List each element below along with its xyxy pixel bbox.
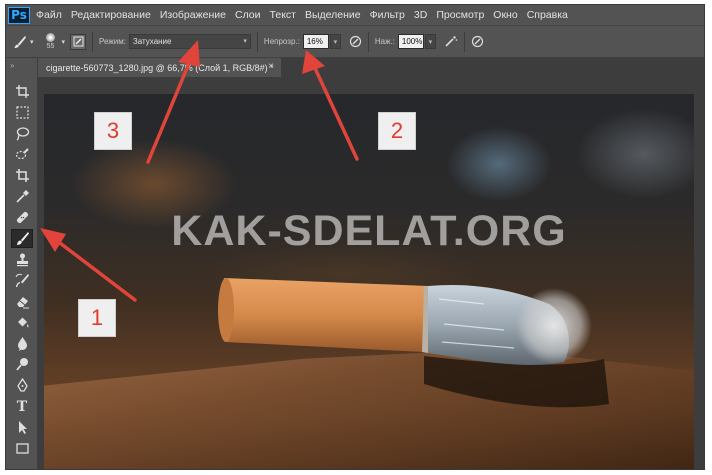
brush-size-preview[interactable]: 55 xyxy=(43,33,59,50)
document-tab-title: cigarette-560773_1280.jpg @ 66,7% (Слой … xyxy=(46,62,274,73)
type-glyph: T xyxy=(16,398,28,415)
airbrush-icon[interactable] xyxy=(444,35,458,48)
brush-panel-toggle-icon[interactable] xyxy=(70,33,87,50)
menu-file[interactable]: Файл xyxy=(36,9,62,21)
pressure-opacity-icon[interactable] xyxy=(349,35,362,48)
pressure-size-icon[interactable] xyxy=(471,35,484,48)
panel-collapse-icon[interactable]: » xyxy=(10,61,15,70)
document-tab[interactable]: cigarette-560773_1280.jpg @ 66,7% (Слой … xyxy=(38,58,281,77)
brush-preset-icon[interactable] xyxy=(12,33,28,51)
opacity-label: Непрозр.: xyxy=(263,37,300,46)
document-canvas[interactable]: KAK-SDELAT.ORG xyxy=(44,94,694,469)
menu-3d[interactable]: 3D xyxy=(414,9,427,21)
marquee-icon[interactable] xyxy=(11,103,33,122)
menu-bar: Ps Файл Редактирование Изображение Слои … xyxy=(6,5,704,26)
cigarette-image xyxy=(218,278,609,408)
menu-image[interactable]: Изображение xyxy=(160,9,226,21)
quick-select-icon[interactable] xyxy=(11,145,33,164)
menu-filter[interactable]: Фильтр xyxy=(370,9,405,21)
watermark-text: KAK-SDELAT.ORG xyxy=(171,207,567,255)
cigarette-filter xyxy=(221,278,428,352)
tools-panel: » T xyxy=(6,58,38,469)
document-tab-bar: cigarette-560773_1280.jpg @ 66,7% (Слой … xyxy=(38,58,704,77)
annotation-box-3: 3 xyxy=(94,112,132,150)
annotation-box-1: 1 xyxy=(78,299,116,337)
history-brush-icon[interactable] xyxy=(11,271,33,290)
menu-view[interactable]: Просмотр xyxy=(436,9,484,21)
chevron-down-icon: ▾ xyxy=(243,38,247,45)
menu-window[interactable]: Окно xyxy=(493,9,517,21)
crop-tool-icon[interactable] xyxy=(11,166,33,185)
brush-preset-dropdown-icon[interactable]: ▾ xyxy=(30,38,34,46)
eyedropper-icon[interactable] xyxy=(11,187,33,206)
mode-select[interactable]: Затухание ▾ xyxy=(128,34,251,49)
brush-size-value: 55 xyxy=(46,43,55,50)
clone-stamp-icon[interactable] xyxy=(11,250,33,269)
type-icon[interactable]: T xyxy=(11,397,33,416)
eraser-icon[interactable] xyxy=(11,292,33,311)
options-bar: ▾ 55 ▾ Режим: Затухание ▾ Непрозр.: 16% … xyxy=(6,26,704,58)
paint-bucket-icon[interactable] xyxy=(11,313,33,332)
menu-help[interactable]: Справка xyxy=(527,9,568,21)
flow-dropdown-icon[interactable]: ▾ xyxy=(424,34,436,49)
smoke-cloud xyxy=(516,288,592,364)
separator xyxy=(256,31,258,52)
photoshop-window: Ps Файл Редактирование Изображение Слои … xyxy=(5,4,705,470)
canvas-area[interactable]: KAK-SDELAT.ORG xyxy=(38,77,704,469)
menu-edit[interactable]: Редактирование xyxy=(71,9,151,21)
menu-layers[interactable]: Слои xyxy=(235,9,261,21)
separator xyxy=(463,31,465,52)
brush-tip-icon xyxy=(46,33,56,42)
lasso-icon[interactable] xyxy=(11,124,33,143)
mode-label: Режим: xyxy=(99,37,126,46)
blur-icon[interactable] xyxy=(11,334,33,353)
annotation-box-2: 2 xyxy=(378,112,416,150)
flow-input[interactable]: 100% xyxy=(397,34,424,49)
pen-icon[interactable] xyxy=(11,376,33,395)
app-logo: Ps xyxy=(8,6,30,24)
move-crop-icon[interactable] xyxy=(11,82,33,101)
brush-size-dropdown-icon[interactable]: ▾ xyxy=(62,38,66,46)
separator xyxy=(92,31,94,52)
brush-icon[interactable] xyxy=(11,229,33,248)
opacity-dropdown-icon[interactable]: ▾ xyxy=(329,34,341,49)
rectangle-icon[interactable] xyxy=(11,439,33,458)
healing-brush-icon[interactable] xyxy=(11,208,33,227)
opacity-input[interactable]: 16% xyxy=(302,34,329,49)
flow-label: Наж.: xyxy=(374,37,395,46)
separator xyxy=(367,31,369,52)
menu-type[interactable]: Текст xyxy=(270,9,296,21)
dodge-icon[interactable] xyxy=(11,355,33,374)
mode-value: Затухание xyxy=(132,37,172,46)
menu-select[interactable]: Выделение xyxy=(305,9,361,21)
close-icon[interactable]: × xyxy=(268,61,274,72)
path-select-icon[interactable] xyxy=(11,418,33,437)
